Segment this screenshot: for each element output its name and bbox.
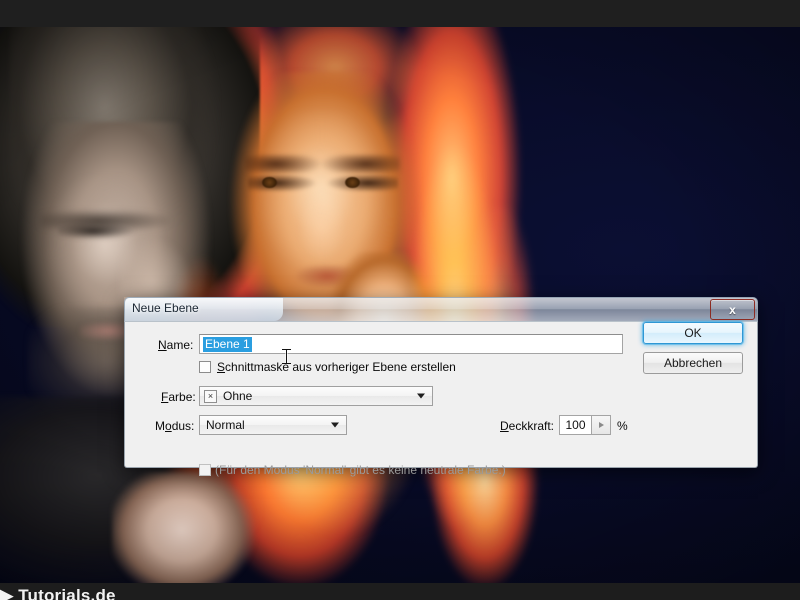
- opacity-unit-label: %: [617, 419, 628, 433]
- chevron-down-icon: [331, 422, 339, 428]
- mode-dropdown[interactable]: Normal: [199, 415, 347, 435]
- no-color-icon: ×: [204, 389, 217, 403]
- mode-label: Modus:: [155, 419, 195, 433]
- new-layer-dialog: Neue Ebene x Name: Ebene 1 Schnittmaske …: [124, 297, 758, 477]
- screenshot-root: ▶ Tutorials.de Neue Ebene x Name: Ebene …: [0, 0, 800, 600]
- clipping-mask-row[interactable]: Schnittmaske aus vorheriger Ebene erstel…: [199, 360, 456, 374]
- dialog-title: Neue Ebene: [132, 301, 199, 315]
- opacity-label: Deckkraft:: [500, 419, 555, 433]
- opacity-input-value: 100: [565, 418, 586, 432]
- close-button[interactable]: x: [710, 299, 755, 320]
- color-label: Farbe:: [161, 390, 196, 404]
- name-input-value: Ebene 1: [203, 336, 252, 352]
- dialog-body: Name: Ebene 1 Schnittmaske aus vorherige…: [124, 321, 758, 477]
- neutral-color-row: (Für den Modus 'Normal' gibt es keine ne…: [199, 463, 506, 477]
- triangle-right-icon: [598, 422, 604, 428]
- cancel-button[interactable]: Abbrechen: [643, 352, 743, 374]
- top-chrome-bar: [0, 0, 800, 27]
- color-dropdown-value: Ohne: [223, 389, 253, 403]
- dialog-titlebar[interactable]: Neue Ebene x: [124, 297, 758, 321]
- color-dropdown[interactable]: × Ohne: [199, 386, 433, 406]
- ok-button[interactable]: OK: [643, 322, 743, 344]
- opacity-input[interactable]: 100: [559, 415, 592, 435]
- mode-dropdown-value: Normal: [206, 418, 245, 432]
- chevron-down-icon: [417, 393, 425, 399]
- neutral-color-label: (Für den Modus 'Normal' gibt es keine ne…: [215, 463, 506, 477]
- close-icon: x: [729, 302, 736, 317]
- name-input[interactable]: Ebene 1: [199, 334, 623, 354]
- name-label: Name:: [158, 338, 194, 352]
- bottom-chrome-bar: [0, 583, 800, 600]
- opacity-stepper-button[interactable]: [592, 415, 611, 435]
- watermark-text: ▶ Tutorials.de: [0, 586, 116, 600]
- neutral-color-checkbox: [199, 464, 211, 476]
- clipping-mask-checkbox[interactable]: [199, 361, 211, 373]
- clipping-mask-label: Schnittmaske aus vorheriger Ebene erstel…: [217, 360, 456, 374]
